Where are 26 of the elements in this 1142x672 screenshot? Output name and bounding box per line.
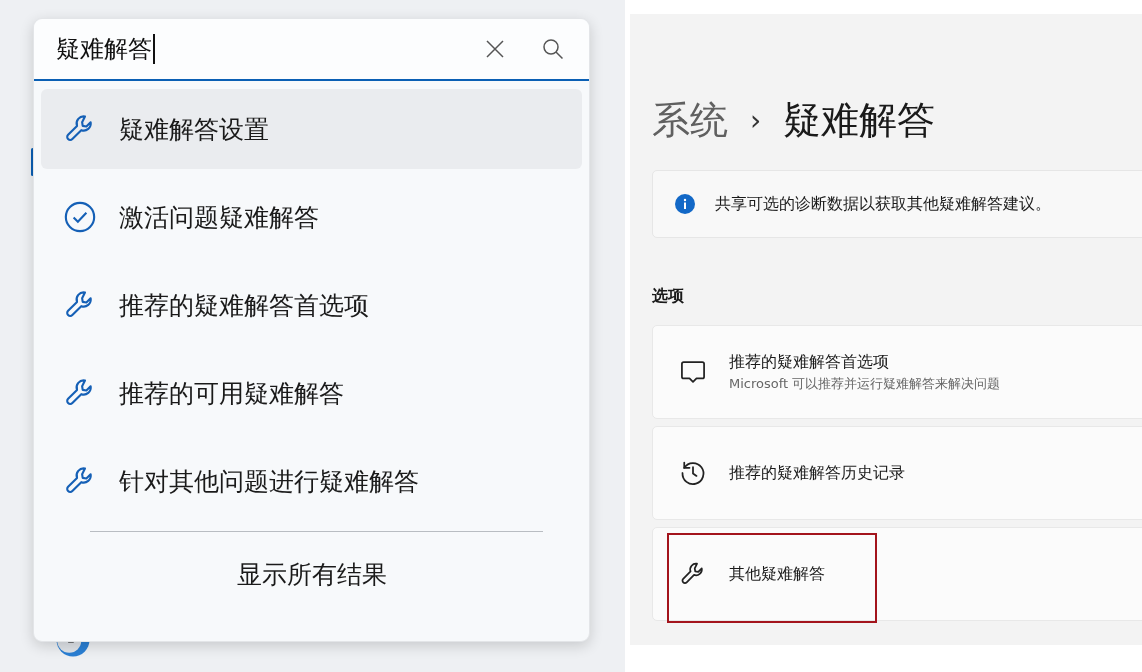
info-icon [675,194,695,214]
page-title: 疑难解答 [783,96,936,144]
search-result[interactable]: 疑难解答设置 [41,89,582,169]
search-result[interactable]: 推荐的可用疑难解答 [41,353,582,433]
breadcrumb-separator: › [750,103,762,137]
info-message: 共享可选的诊断数据以获取其他疑难解答建议。 [715,193,1051,215]
option-card[interactable]: 推荐的疑难解答历史记录 [652,426,1142,520]
history-icon [679,459,707,487]
show-all-results-button[interactable]: 显示所有结果 [226,552,397,597]
section-heading: 选项 [652,286,685,307]
search-result[interactable]: 推荐的疑难解答首选项 [41,265,582,345]
speech-bubble-icon [679,358,707,386]
search-icon [542,38,564,60]
option-title: 推荐的疑难解答首选项 [729,351,890,373]
close-icon [485,39,505,59]
option-description: Microsoft 可以推荐并运行疑难解答来解决问题 [729,374,1001,393]
check-circle-icon [63,200,97,234]
breadcrumb-link[interactable]: 系统 [652,94,728,146]
option-card[interactable]: 推荐的疑难解答首选项 Microsoft 可以推荐并运行疑难解答来解决问题 [652,325,1142,419]
option-title: 其他疑难解答 [729,563,825,585]
search-result[interactable]: 激活问题疑难解答 [41,177,582,257]
search-result[interactable]: 针对其他问题进行疑难解答 [41,441,582,521]
search-field[interactable]: 疑难解答 [34,19,589,81]
option-title: 推荐的疑难解答历史记录 [729,462,905,484]
text-cursor [153,34,155,64]
option-card[interactable]: 其他疑难解答 [652,527,1142,621]
